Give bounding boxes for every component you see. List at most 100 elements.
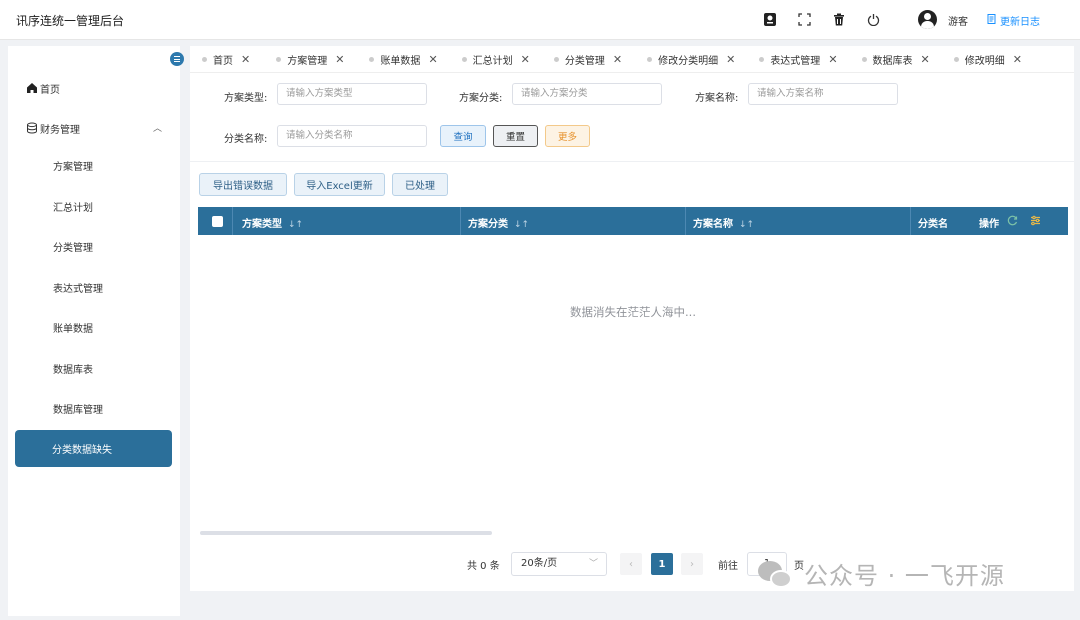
document-icon: [987, 14, 996, 27]
column-label: 方案分类: [468, 219, 508, 230]
column-header-scheme-name[interactable]: 方案名称 ↓↑: [693, 215, 754, 230]
sort-icon[interactable]: ↓↑: [514, 220, 529, 230]
chevron-up-icon: ︿: [152, 124, 162, 134]
trash-icon[interactable]: [831, 11, 847, 27]
sidebar-item-home[interactable]: 首页: [16, 70, 172, 106]
sidebar-item-expression-mgmt[interactable]: 表达式管理: [16, 269, 172, 305]
next-page-button[interactable]: ›: [681, 553, 703, 575]
tab-db-tables[interactable]: 数据库表 ✕: [861, 52, 930, 67]
column-header-category-name[interactable]: 分类名: [918, 215, 948, 230]
watermark: 公众号 · 一飞开源: [758, 556, 1005, 591]
tab-expression-mgmt[interactable]: 表达式管理 ✕: [759, 52, 838, 67]
column-label: 分类名: [918, 219, 948, 230]
fullscreen-icon[interactable]: [796, 11, 812, 27]
page-size-value: 20条/页: [521, 558, 558, 569]
page-number-current[interactable]: 1: [651, 553, 673, 575]
close-icon[interactable]: ✕: [921, 53, 930, 66]
horizontal-scrollbar[interactable]: [200, 531, 492, 535]
tab-edit-category-detail[interactable]: 修改分类明细 ✕: [647, 52, 735, 67]
scheme-name-input[interactable]: 请输入方案名称: [748, 83, 898, 105]
scheme-type-label: 方案类型:: [224, 93, 268, 104]
sort-icon[interactable]: ↓↑: [739, 220, 754, 230]
close-icon[interactable]: ✕: [521, 53, 530, 66]
scheme-type-input[interactable]: 请输入方案类型: [277, 83, 427, 105]
power-icon[interactable]: [865, 11, 881, 27]
changelog-label[interactable]: 更新日志: [1000, 13, 1040, 28]
import-excel-button[interactable]: 导入Excel更新: [294, 173, 385, 196]
tab-edit-detail[interactable]: 修改明细 ✕: [953, 52, 1022, 67]
close-icon[interactable]: ✕: [428, 53, 437, 66]
watermark-text: 公众号 · 一飞开源: [804, 562, 1005, 590]
tab-scheme-mgmt[interactable]: 方案管理 ✕: [276, 52, 344, 67]
export-errors-button[interactable]: 导出错误数据: [199, 173, 287, 196]
tab-dot: [759, 56, 765, 62]
tab-dot: [202, 56, 207, 62]
tab-dot: [647, 56, 653, 62]
sidebar-item-scheme-mgmt[interactable]: 方案管理: [16, 147, 172, 183]
tab-summary-plan[interactable]: 汇总计划 ✕: [461, 52, 530, 67]
tab-dot: [276, 56, 282, 62]
tab-label: 表达式管理: [770, 55, 821, 67]
scheme-category-label: 方案分类:: [459, 93, 503, 104]
tab-dot: [861, 56, 867, 62]
sidebar-item-db-mgmt[interactable]: 数据库管理: [16, 390, 172, 426]
page-size-select[interactable]: 20条/页 ﹀: [511, 552, 607, 576]
sidebar-item-category-mgmt[interactable]: 分类管理: [16, 228, 172, 264]
sidebar-item-label: 汇总计划: [53, 202, 93, 214]
column-divider: [232, 207, 233, 235]
column-header-scheme-category[interactable]: 方案分类 ↓↑: [468, 215, 529, 230]
column-divider: [460, 207, 461, 235]
more-button[interactable]: 更多: [545, 125, 590, 147]
column-divider: [685, 207, 686, 235]
close-icon[interactable]: ✕: [1013, 53, 1022, 66]
changelog-link[interactable]: 更新日志: [987, 13, 1040, 28]
reset-button[interactable]: 重置: [493, 125, 538, 147]
scheme-category-input[interactable]: 请输入方案分类: [512, 83, 662, 105]
sidebar-item-label: 表达式管理: [53, 283, 103, 295]
sidebar-item-finance[interactable]: 财务管理 ︿: [16, 110, 172, 146]
refresh-icon[interactable]: [1007, 215, 1018, 229]
close-icon[interactable]: ✕: [613, 53, 622, 66]
processed-button[interactable]: 已处理: [392, 173, 448, 196]
column-label: 方案名称: [693, 219, 733, 230]
tab-dot: [553, 56, 559, 62]
top-bar: 讯序连统一管理后台 游客 更新日志: [0, 0, 1080, 40]
tab-bill-data[interactable]: 账单数据 ✕: [369, 52, 438, 67]
close-icon[interactable]: ✕: [241, 53, 250, 66]
sort-icon[interactable]: ↓↑: [288, 220, 303, 230]
category-name-input[interactable]: 请输入分类名称: [277, 125, 427, 147]
column-header-ops: 操作: [979, 215, 999, 230]
app-title: 讯序连统一管理后台: [16, 14, 125, 28]
goto-label: 前往: [718, 561, 738, 572]
sidebar-item-category-missing[interactable]: 分类数据缺失: [15, 430, 172, 467]
prev-page-button[interactable]: ‹: [620, 553, 642, 575]
close-icon[interactable]: ✕: [335, 53, 344, 66]
column-label: 方案类型: [242, 219, 282, 230]
user-name[interactable]: 游客: [948, 13, 968, 28]
main-content: 首页 ✕ 方案管理 ✕ 账单数据 ✕ 汇总计划 ✕ 分类管理 ✕ 修改分类明细 ✕ 表达式管…: [190, 46, 1074, 616]
sidebar-item-db-tables[interactable]: 数据库表: [16, 350, 172, 386]
close-icon[interactable]: ✕: [726, 53, 735, 66]
scheme-name-label: 方案名称:: [695, 93, 739, 104]
tab-dot: [953, 56, 959, 62]
sidebar-item-label: 分类数据缺失: [52, 445, 112, 456]
sidebar-item-label: 数据库管理: [53, 404, 103, 416]
menu-collapse-icon[interactable]: [170, 52, 184, 66]
column-header-scheme-type[interactable]: 方案类型 ↓↑: [242, 215, 303, 230]
settings-icon[interactable]: [1030, 215, 1041, 229]
tab-home[interactable]: 首页 ✕: [202, 52, 250, 67]
sidebar-item-label: 分类管理: [53, 242, 93, 254]
avatar[interactable]: [918, 10, 937, 29]
sidebar-item-bill-data[interactable]: 账单数据: [16, 309, 172, 345]
close-icon[interactable]: ✕: [828, 53, 837, 66]
category-name-label: 分类名称:: [224, 134, 268, 145]
select-all-checkbox[interactable]: [212, 216, 223, 227]
tab-category-mgmt[interactable]: 分类管理 ✕: [553, 52, 622, 67]
query-button[interactable]: 查询: [440, 125, 486, 147]
wechat-logo-icon: [758, 559, 796, 589]
sidebar-item-summary-plan[interactable]: 汇总计划: [16, 188, 172, 224]
table-header: 方案类型 ↓↑ 方案分类 ↓↑ 方案名称 ↓↑ 分类名 操作: [198, 207, 1068, 235]
tab-label: 分类管理: [564, 55, 605, 67]
badge-icon[interactable]: [762, 11, 778, 27]
tab-bar: 首页 ✕ 方案管理 ✕ 账单数据 ✕ 汇总计划 ✕ 分类管理 ✕ 修改分类明细 ✕ 表达式管…: [190, 46, 1074, 73]
